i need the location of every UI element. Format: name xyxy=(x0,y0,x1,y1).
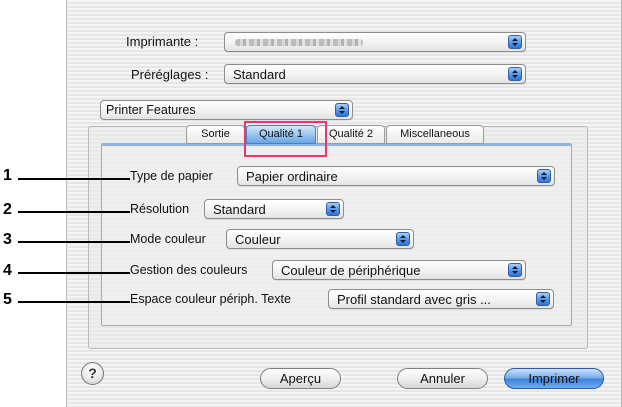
callout-line-4 xyxy=(18,272,130,274)
print-button[interactable]: Imprimer xyxy=(504,368,604,389)
callout-number-4: 4 xyxy=(3,262,12,279)
popup-arrows-icon xyxy=(508,67,522,81)
popup-arrows-icon xyxy=(508,263,522,277)
popup-arrows-icon xyxy=(335,103,349,117)
cancel-button[interactable]: Annuler xyxy=(397,368,488,389)
color-mode-value: Couleur xyxy=(235,232,281,247)
popup-arrows-icon xyxy=(537,169,551,183)
help-button[interactable]: ? xyxy=(81,362,104,385)
paper-type-value: Papier ordinaire xyxy=(246,169,338,184)
color-mode-select[interactable]: Couleur xyxy=(226,229,414,249)
popup-arrows-icon xyxy=(536,292,550,306)
popup-arrows-icon xyxy=(326,202,340,216)
callout-number-1: 1 xyxy=(3,167,12,184)
paper-type-select[interactable]: Papier ordinaire xyxy=(237,166,555,186)
presets-select[interactable]: Standard xyxy=(224,64,526,84)
callout-line-3 xyxy=(18,241,130,243)
resolution-select[interactable]: Standard xyxy=(204,199,344,219)
callout-line-1 xyxy=(18,178,130,180)
preview-button[interactable]: Aperçu xyxy=(260,368,341,389)
printer-select[interactable] xyxy=(224,32,526,52)
color-management-value: Couleur de périphérique xyxy=(281,263,421,278)
color-management-label: Gestion des couleurs xyxy=(130,263,248,277)
callout-line-2 xyxy=(18,211,130,213)
callout-number-3: 3 xyxy=(3,231,12,248)
resolution-label: Résolution xyxy=(130,202,190,216)
device-colorspace-value: Profil standard avec gris ... xyxy=(337,292,491,307)
resolution-value: Standard xyxy=(213,202,266,217)
presets-value: Standard xyxy=(233,67,286,82)
active-tab-highlight xyxy=(244,121,327,157)
panel-select-value: Printer Features xyxy=(106,103,196,117)
device-colorspace-select[interactable]: Profil standard avec gris ... xyxy=(328,289,554,309)
panel-select[interactable]: Printer Features xyxy=(100,100,353,120)
color-mode-label: Mode couleur xyxy=(130,232,206,246)
printer-name-redacted xyxy=(235,39,363,46)
presets-label: Préréglages : xyxy=(131,67,209,82)
device-colorspace-label: Espace couleur périph. Texte xyxy=(130,292,291,306)
popup-arrows-icon xyxy=(508,35,522,49)
paper-type-label: Type de papier xyxy=(130,169,213,183)
callout-line-5 xyxy=(18,301,130,303)
printer-label: Imprimante : xyxy=(126,34,199,49)
color-management-select[interactable]: Couleur de périphérique xyxy=(272,260,526,280)
tab-qualite-2[interactable]: Qualité 2 xyxy=(317,125,385,144)
callout-number-5: 5 xyxy=(3,291,12,308)
popup-arrows-icon xyxy=(396,232,410,246)
tab-sortie[interactable]: Sortie xyxy=(186,125,245,144)
tab-miscellaneous[interactable]: Miscellaneous xyxy=(386,125,484,144)
callout-number-2: 2 xyxy=(3,201,12,218)
